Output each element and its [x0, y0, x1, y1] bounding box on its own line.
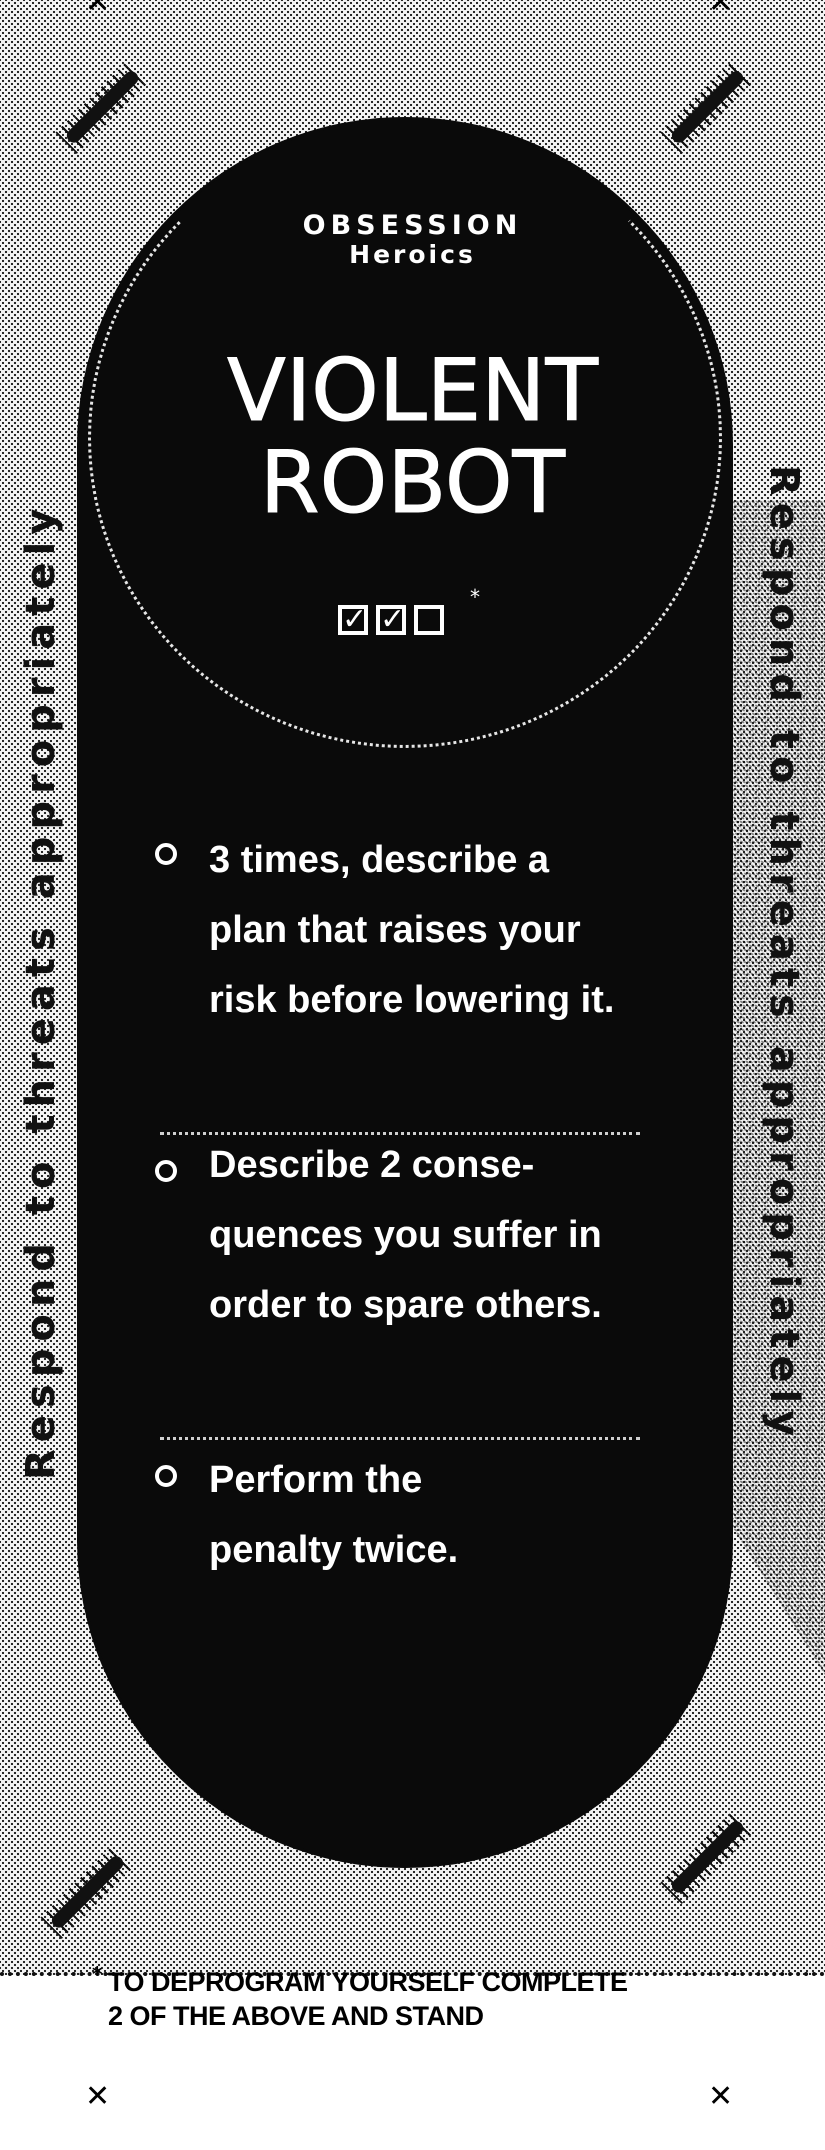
footer-instructions: TO DEPROGRAM YOURSELF COMPLETE 2 OF THE … [108, 1967, 628, 2031]
card-title: VIOLENT ROBOT [0, 341, 825, 533]
checkbox-checked-icon[interactable]: ✓ [338, 605, 368, 635]
series-label: Heroics [349, 240, 476, 269]
crop-mark-icon: ✕ [708, 2079, 734, 2114]
circle-bullet-icon[interactable] [155, 1465, 177, 1487]
dotted-divider [160, 1437, 640, 1440]
side-text-left: Respond to threats appropriately [18, 501, 64, 1480]
objective-text: Describe 2 conse- quences you suffer in … [209, 1144, 602, 1326]
circle-bullet-icon[interactable] [155, 1160, 177, 1182]
crop-mark-icon: ✕ [85, 2079, 111, 2114]
objective-text: Perform the penalty twice. [209, 1459, 459, 1571]
checkbox-checked-icon[interactable]: ✓ [376, 605, 406, 635]
title-line-1: VIOLENT [226, 341, 598, 441]
side-text-right: Respond to threats appropriately [761, 465, 807, 1444]
progress-checkboxes: ✓ ✓ [338, 605, 444, 635]
footer-asterisk: * [92, 1962, 103, 1986]
objective-text: 3 times, describe a plan that raises you… [209, 839, 615, 1021]
title-line-2: ROBOT [259, 433, 566, 533]
checkbox-empty-icon[interactable] [414, 605, 444, 635]
circle-bullet-icon[interactable] [155, 843, 177, 865]
publisher-label: OBSESSION [302, 210, 523, 241]
asterisk-marker: * [470, 585, 480, 609]
